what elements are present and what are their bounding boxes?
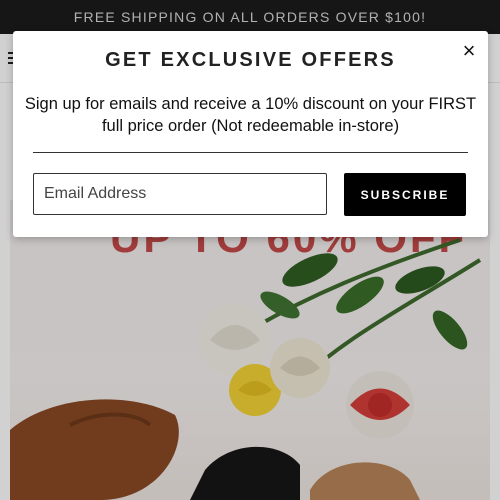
modal-divider: [33, 152, 468, 153]
email-signup-modal: GET EXCLUSIVE OFFERS × Sign up for email…: [13, 31, 488, 237]
modal-title: GET EXCLUSIVE OFFERS: [105, 49, 396, 71]
email-field[interactable]: [33, 173, 327, 215]
close-icon[interactable]: ×: [457, 39, 481, 63]
subscribe-button[interactable]: SUBSCRIBE: [344, 173, 466, 216]
modal-description: Sign up for emails and receive a 10% dis…: [24, 95, 477, 135]
